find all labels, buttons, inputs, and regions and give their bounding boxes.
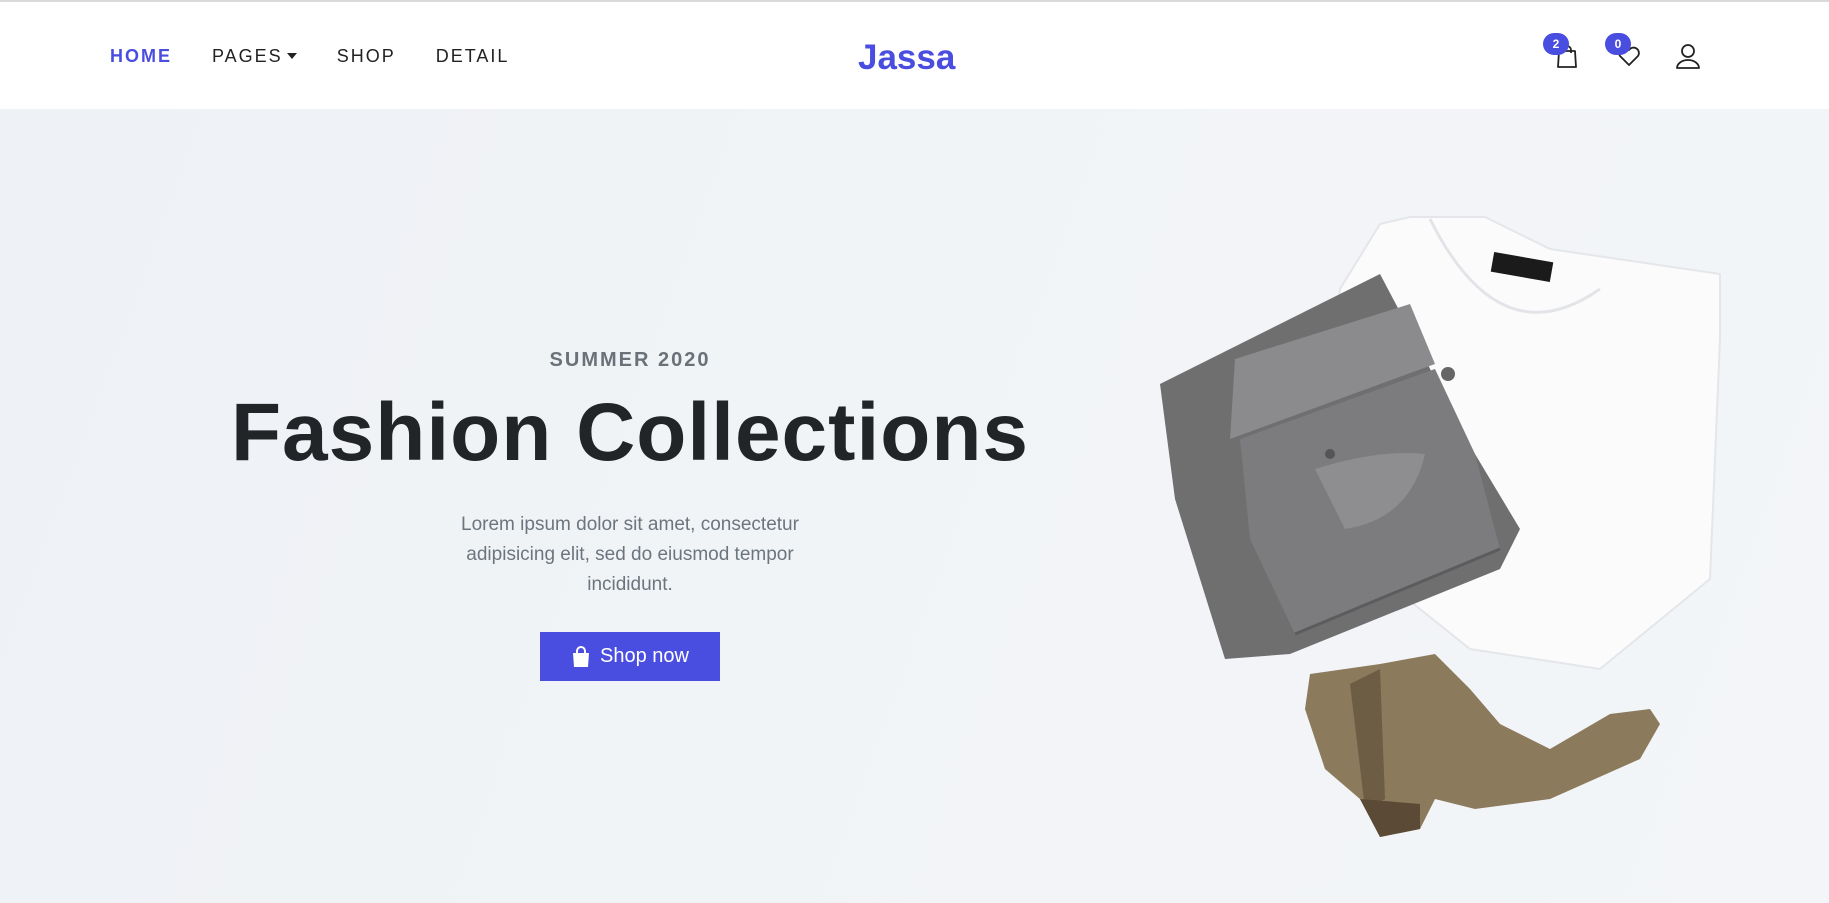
nav-label: HOME [110,46,172,66]
wishlist-button[interactable]: 0 [1605,33,1645,72]
nav-item-shop[interactable]: SHOP [337,46,396,67]
hero-kicker: SUMMER 2020 [549,349,711,371]
nav-label: PAGES [212,46,283,66]
site-header: HOME PAGES SHOP DETAIL Jassa 2 0 [0,2,1829,109]
hero-title: Fashion Collections [230,387,1030,478]
nav-label: DETAIL [435,46,510,66]
shop-now-label: Shop now [600,645,689,667]
hero-clothing-image [1160,216,1721,837]
nav-label: SHOP [336,46,396,66]
cart-button[interactable]: 2 [1543,33,1583,72]
nav-item-pages[interactable]: PAGES [212,46,297,67]
account-button[interactable] [1674,42,1704,72]
caret-down-icon [286,52,297,59]
main-nav: HOME PAGES SHOP DETAIL [110,46,549,67]
shopping-bag-icon [573,645,590,667]
nav-item-detail[interactable]: DETAIL [436,46,510,67]
hero-description: Lorem ipsum dolor sit amet, consectetur … [461,514,799,595]
cart-count-badge: 2 [1543,33,1569,55]
wishlist-count-badge: 0 [1605,33,1631,55]
brand-logo[interactable]: Jassa [858,38,955,78]
nav-item-home[interactable]: HOME [110,46,172,67]
user-icon [1676,44,1700,69]
hero-banner: SUMMER 2020 Fashion Collections Lorem ip… [0,109,1829,903]
shop-now-button[interactable]: Shop now [540,632,720,681]
hero-content: SUMMER 2020 Fashion Collections Lorem ip… [230,349,1030,681]
